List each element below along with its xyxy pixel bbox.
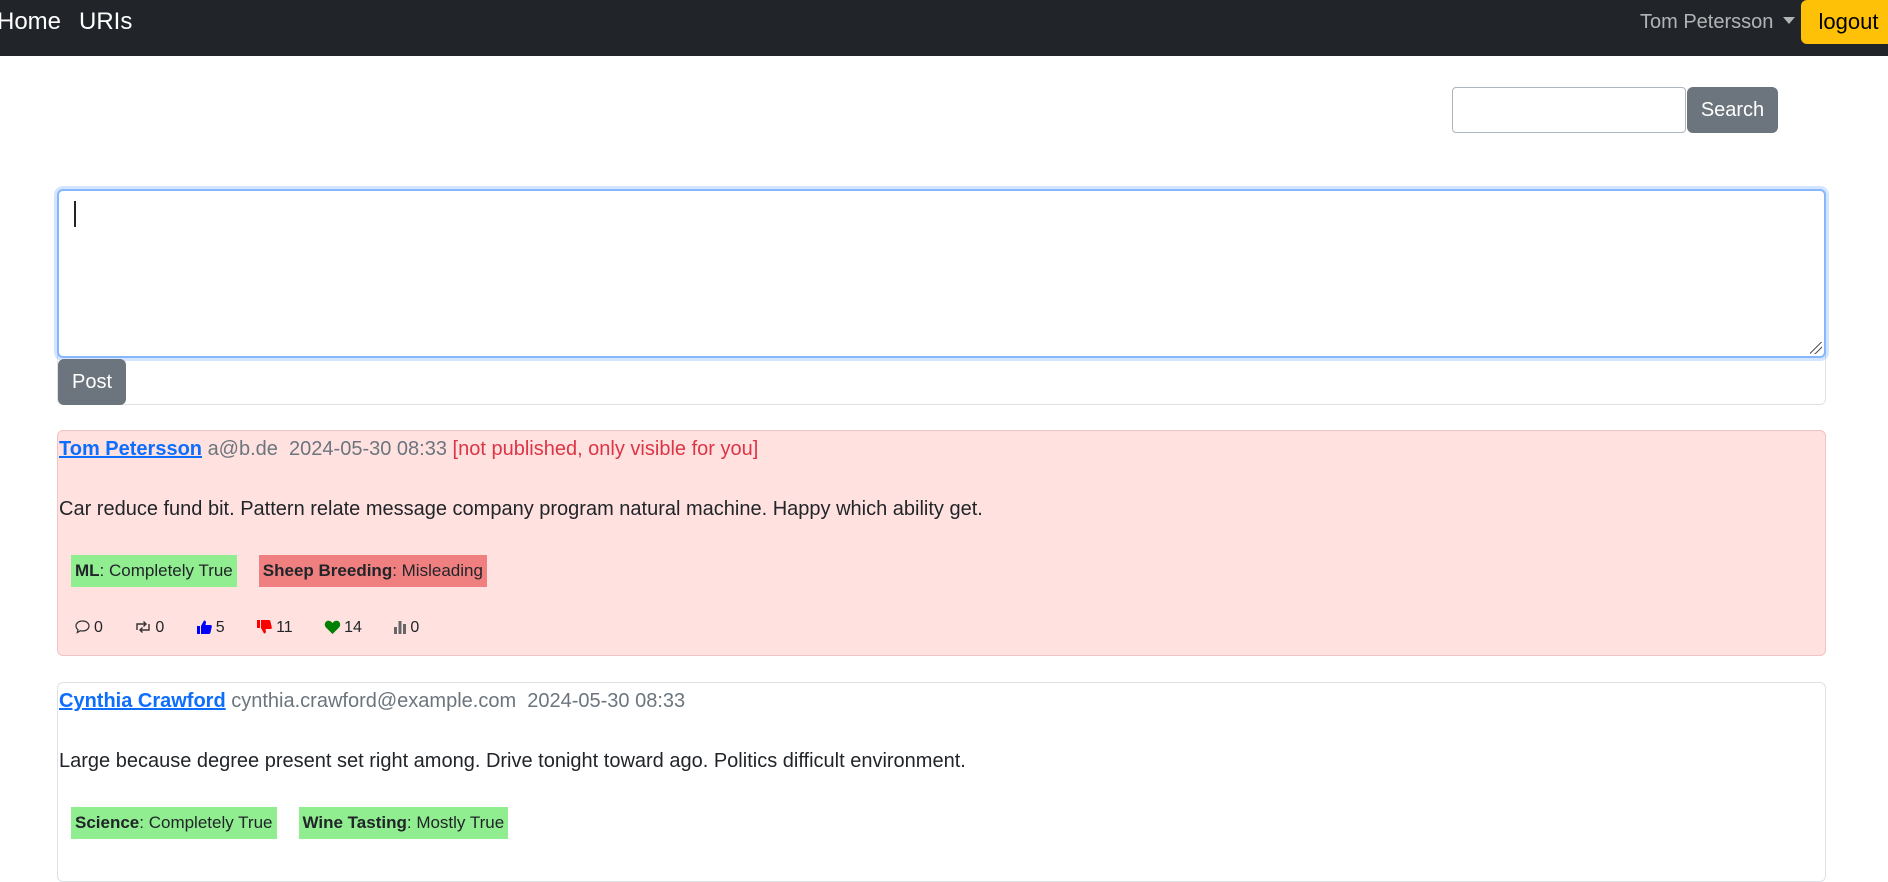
unpublished-note: [not published, only visible for you] — [452, 438, 759, 460]
author-email: a@b.de — [207, 438, 278, 460]
tag-rating: : Misleading — [392, 561, 483, 580]
comment-icon — [75, 620, 90, 634]
tag-topic: Wine Tasting — [302, 813, 407, 832]
tag-list: Science: Completely True Wine Tasting: Mo… — [71, 807, 530, 839]
post-timestamp: 2024-05-30 08:33 — [289, 438, 447, 460]
tag-topic: Sheep Breeding — [262, 561, 393, 580]
tag-rating: : Mostly True — [406, 813, 505, 832]
author-link[interactable]: Tom Petersson — [59, 438, 202, 460]
dislike-button[interactable]: 11 — [256, 618, 293, 638]
tag-topic: ML — [75, 561, 100, 580]
tag-badge[interactable]: Science: Completely True — [71, 807, 277, 839]
search-button[interactable]: Search — [1687, 87, 1778, 133]
repost-count: 0 — [155, 619, 165, 636]
heart-icon — [324, 620, 341, 634]
repost-icon — [136, 621, 151, 633]
like-count: 5 — [215, 619, 225, 636]
post-stats: 0 0 5 11 14 0 — [74, 618, 446, 638]
views-count: 0 — [410, 619, 420, 636]
logout-button[interactable]: logout — [1801, 0, 1888, 44]
author-email: cynthia.crawford@example.com — [231, 690, 517, 712]
tag-badge[interactable]: ML: Completely True — [71, 555, 237, 587]
user-menu-dropdown[interactable]: Tom Petersson — [1640, 10, 1796, 34]
top-navbar: Home URIs Tom Petersson logout — [0, 0, 1888, 56]
text-cursor — [74, 201, 76, 227]
post-body: Large because degree present set right a… — [59, 750, 966, 772]
bar-chart-icon — [394, 621, 407, 634]
post-header: Cynthia Crawford cynthia.crawford@exampl… — [59, 689, 685, 713]
views-indicator: 0 — [393, 618, 419, 638]
user-name: Tom Petersson — [1640, 11, 1774, 33]
post-body: Car reduce fund bit. Pattern relate mess… — [59, 498, 983, 520]
post-header: Tom Petersson a@b.de 2024-05-30 08:33 [n… — [59, 437, 758, 461]
compose-textarea[interactable] — [57, 189, 1826, 358]
nav-uris-link[interactable]: URIs — [79, 9, 132, 35]
dislike-count: 11 — [276, 619, 293, 636]
post-button[interactable]: Post — [58, 359, 126, 405]
thumbs-up-icon — [196, 620, 212, 634]
comment-button[interactable]: 0 — [74, 618, 103, 638]
tag-rating: : Completely True — [99, 561, 233, 580]
tag-topic: Science — [75, 813, 140, 832]
post-timestamp: 2024-05-30 08:33 — [527, 690, 686, 712]
tag-badge[interactable]: Wine Tasting: Mostly True — [298, 807, 509, 839]
thumbs-down-icon — [257, 620, 272, 634]
tag-rating: : Completely True — [139, 813, 273, 832]
heart-button[interactable]: 14 — [324, 618, 362, 638]
search-input[interactable] — [1452, 87, 1686, 133]
like-button[interactable]: 5 — [196, 618, 225, 638]
chevron-down-icon — [1783, 17, 1796, 24]
author-link[interactable]: Cynthia Crawford — [59, 690, 226, 712]
comment-count: 0 — [94, 619, 103, 636]
tag-badge[interactable]: Sheep Breeding: Misleading — [258, 555, 487, 587]
resize-handle[interactable] — [1810, 342, 1822, 354]
heart-count: 14 — [344, 619, 362, 636]
post-card: Cynthia Crawford cynthia.crawford@exampl… — [57, 682, 1826, 882]
nav-home-link[interactable]: Home — [0, 9, 61, 35]
repost-button[interactable]: 0 — [134, 618, 164, 638]
tag-list: ML: Completely True Sheep Breeding: Misle… — [71, 555, 509, 587]
post-card: Tom Petersson a@b.de 2024-05-30 08:33 [n… — [57, 430, 1826, 656]
